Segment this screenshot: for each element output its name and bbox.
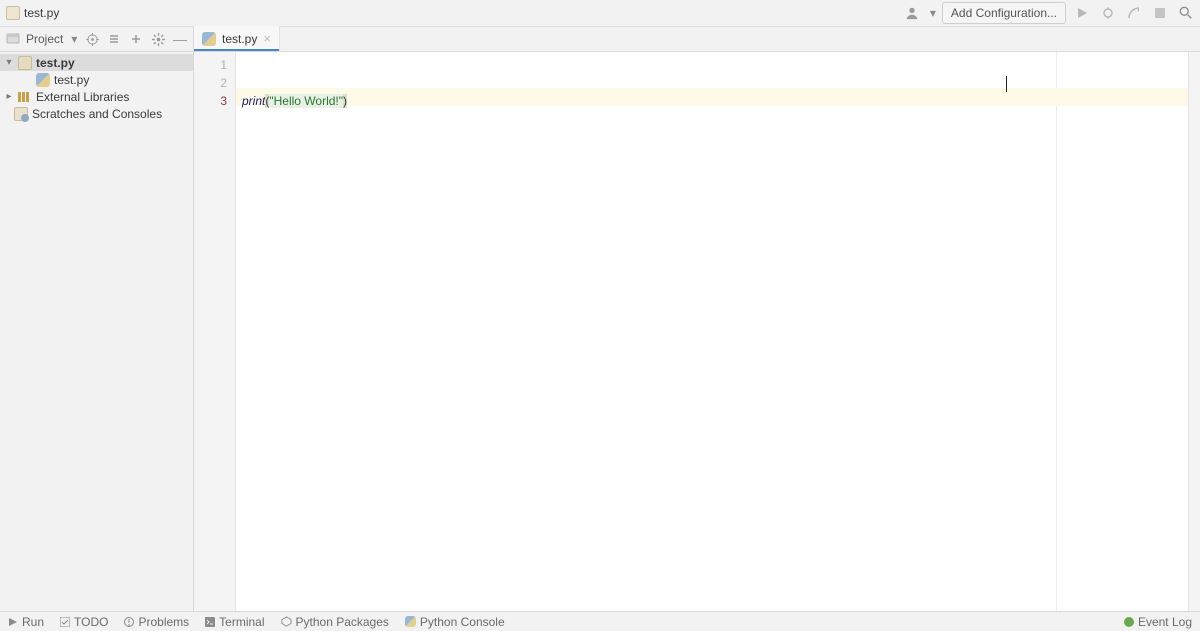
user-icon[interactable]: [902, 3, 922, 23]
tree-file-label: test.py: [54, 73, 89, 87]
python-file-icon: [405, 616, 416, 627]
search-icon[interactable]: [1176, 3, 1196, 23]
main-split: ▾ test.py test.py ▸ External Libraries S…: [0, 52, 1200, 611]
chevron-down-icon[interactable]: ▾: [71, 32, 77, 46]
gutter-line-current: 3: [194, 92, 227, 110]
bottom-terminal[interactable]: Terminal: [205, 615, 264, 629]
code-editor[interactable]: 1 2 3 print("Hello World!"): [194, 52, 1200, 611]
code-close-paren: ): [343, 94, 347, 108]
bottom-python-console[interactable]: Python Console: [405, 615, 505, 629]
tree-file-test-py[interactable]: test.py: [0, 71, 193, 88]
right-margin-guide: [1056, 52, 1057, 611]
libraries-icon: [18, 92, 32, 102]
bottom-py-packages-label: Python Packages: [296, 615, 389, 629]
breadcrumb[interactable]: test.py: [4, 6, 59, 20]
tree-root-label: test.py: [36, 56, 75, 70]
bottom-terminal-label: Terminal: [219, 615, 264, 629]
code-area[interactable]: print("Hello World!"): [236, 52, 1188, 611]
add-configuration-label: Add Configuration...: [951, 6, 1057, 20]
bottom-event-log-label: Event Log: [1138, 615, 1192, 629]
debug-icon[interactable]: [1098, 3, 1118, 23]
add-configuration-button[interactable]: Add Configuration...: [942, 2, 1066, 24]
code-keyword: print: [242, 94, 265, 108]
breadcrumb-file: test.py: [24, 6, 59, 20]
bottom-python-packages[interactable]: Python Packages: [281, 615, 389, 629]
project-tool-icon: [6, 31, 20, 48]
tab-test-py[interactable]: test.py ×: [194, 26, 280, 51]
tree-external-libraries[interactable]: ▸ External Libraries: [0, 88, 193, 105]
locate-icon[interactable]: [85, 32, 99, 46]
bottom-run-label: Run: [22, 615, 44, 629]
collapse-all-icon[interactable]: [129, 32, 143, 46]
chevron-right-icon[interactable]: ▸: [4, 91, 14, 102]
folder-icon: [18, 56, 32, 70]
bottom-toolbar: Run TODO Problems Terminal Python Packag…: [0, 611, 1200, 631]
gear-icon[interactable]: [151, 32, 165, 46]
tree-ext-libs-label: External Libraries: [36, 90, 129, 104]
stop-icon[interactable]: [1150, 3, 1170, 23]
editor-tabs: test.py ×: [194, 27, 1200, 51]
editor-gutter[interactable]: 1 2 3: [194, 52, 236, 611]
chevron-down-icon[interactable]: ▾: [930, 6, 936, 20]
folder-icon: [6, 6, 20, 20]
bottom-py-console-label: Python Console: [420, 615, 505, 629]
chevron-down-icon[interactable]: ▾: [4, 57, 14, 68]
code-string: "Hello World!": [269, 94, 343, 108]
hide-icon[interactable]: —: [173, 32, 187, 46]
expand-all-icon[interactable]: [107, 32, 121, 46]
bottom-todo[interactable]: TODO: [60, 615, 108, 629]
python-file-icon: [36, 73, 50, 87]
bottom-event-log[interactable]: Event Log: [1124, 615, 1192, 629]
tab-label: test.py: [222, 32, 257, 46]
close-icon[interactable]: ×: [263, 32, 271, 45]
tree-scratches-label: Scratches and Consoles: [32, 107, 162, 121]
project-tree[interactable]: ▾ test.py test.py ▸ External Libraries S…: [0, 52, 194, 611]
gutter-line: 2: [194, 74, 227, 92]
gutter-line: 1: [194, 56, 227, 74]
project-panel-label: Project: [26, 32, 63, 46]
status-ok-icon: [1124, 617, 1134, 627]
editor-marker-stripe[interactable]: [1188, 52, 1200, 611]
tree-root[interactable]: ▾ test.py: [0, 54, 193, 71]
run-icon[interactable]: [1072, 3, 1092, 23]
project-panel-header[interactable]: Project ▾ —: [0, 27, 194, 51]
code-line-3: print("Hello World!"): [242, 92, 1188, 110]
tree-scratches[interactable]: Scratches and Consoles: [0, 105, 193, 122]
run-with-coverage-icon[interactable]: [1124, 3, 1144, 23]
bottom-problems[interactable]: Problems: [124, 615, 189, 629]
code-line-1: [242, 56, 1188, 74]
bottom-run[interactable]: Run: [8, 615, 44, 629]
python-file-icon: [202, 32, 216, 46]
bottom-problems-label: Problems: [138, 615, 189, 629]
top-toolbar: test.py ▾ Add Configuration...: [0, 0, 1200, 27]
project-and-tabs-row: Project ▾ — test.py ×: [0, 27, 1200, 52]
text-cursor: [1006, 76, 1007, 92]
scratches-icon: [14, 107, 28, 121]
bottom-todo-label: TODO: [74, 615, 108, 629]
